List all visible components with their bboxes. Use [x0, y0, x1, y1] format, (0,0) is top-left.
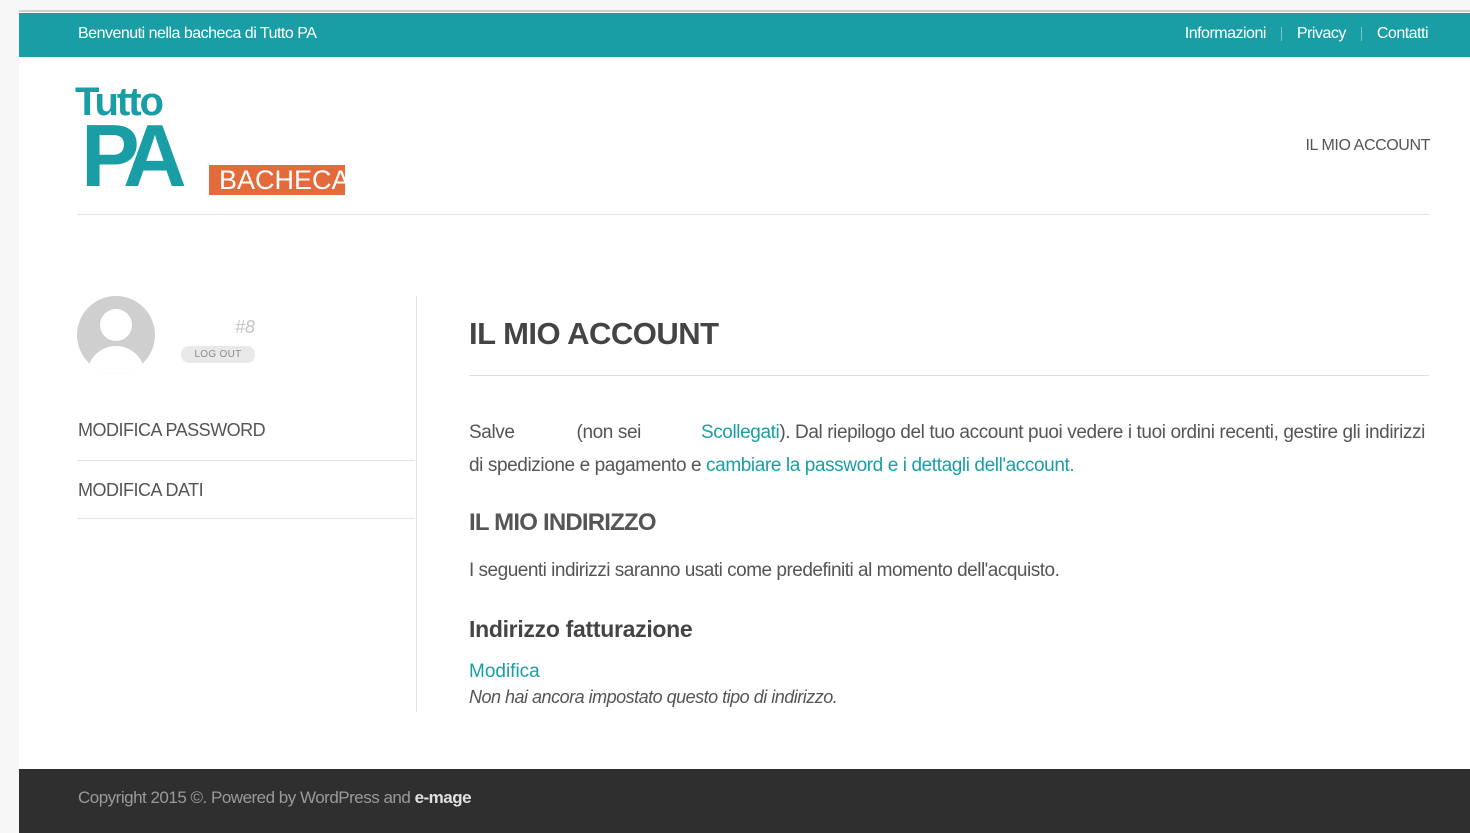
title-divider — [469, 375, 1429, 376]
avatar-body-icon — [87, 346, 145, 374]
intro-end: . — [1069, 455, 1075, 476]
link-contatti[interactable]: Contatti — [1377, 25, 1429, 43]
top-bar: Benvenuti nella bacheca di Tutto PA Info… — [19, 13, 1470, 57]
header-divider — [77, 214, 1429, 215]
address-title: IL MIO INDIRIZZO — [469, 509, 657, 536]
logo-bacheca: BACHECA — [209, 165, 350, 195]
welcome-text: Benvenuti nella bacheca di Tutto PA — [78, 25, 317, 42]
sidebar-item-modifica-password[interactable]: MODIFICA PASSWORD — [77, 403, 415, 461]
avatar — [77, 296, 155, 374]
logout-link[interactable]: Scollegati — [701, 422, 780, 443]
account-sidebar: #8 LOG OUT MODIFICA PASSWORD MODIFICA DA… — [77, 296, 417, 712]
footer-copyright: Copyright 2015 ©. Powered by WordPress a… — [78, 788, 472, 808]
user-id: #8 — [235, 317, 256, 337]
intro-non-sei: (non sei — [576, 422, 642, 443]
edit-billing-link[interactable]: Modifica — [469, 661, 540, 683]
sidebar-item-label: MODIFICA PASSWORD — [78, 420, 266, 440]
no-address-note: Non hai ancora impostato questo tipo di … — [469, 687, 838, 707]
avatar-head-icon — [100, 309, 132, 341]
link-separator — [1280, 27, 1282, 41]
intro-salve: Salve — [469, 422, 515, 443]
change-password-link[interactable]: cambiare la password e i dettagli dell'a… — [706, 455, 1070, 476]
address-description: I seguenti indirizzi saranno usati come … — [469, 560, 1060, 581]
link-separator — [1360, 27, 1362, 41]
site-logo[interactable]: Tutto PA BACHECA — [75, 80, 350, 200]
copyright-text: Copyright 2015 ©. Powered by WordPress a… — [78, 788, 415, 807]
footer: Copyright 2015 ©. Powered by WordPress a… — [19, 769, 1470, 833]
nav-my-account[interactable]: IL MIO ACCOUNT — [1306, 137, 1431, 155]
page-left-gutter — [0, 0, 19, 833]
logo-pa: PA — [81, 106, 187, 205]
footer-brand-link[interactable]: e-mage — [415, 788, 472, 807]
link-privacy[interactable]: Privacy — [1297, 25, 1346, 43]
link-informazioni[interactable]: Informazioni — [1185, 25, 1267, 43]
logout-button[interactable]: LOG OUT — [181, 346, 255, 363]
browser-top-edge — [0, 0, 1470, 12]
sidebar-item-label: MODIFICA DATI — [78, 480, 204, 500]
billing-title: Indirizzo fatturazione — [469, 616, 693, 642]
intro-paragraph: Salve (non sei Scollegati). Dal riepilogo … — [469, 416, 1434, 482]
sidebar-item-modifica-dati[interactable]: MODIFICA DATI — [77, 461, 415, 519]
page-title: IL MIO ACCOUNT — [469, 316, 719, 351]
top-links: Informazioni Privacy Contatti — [1185, 25, 1429, 43]
